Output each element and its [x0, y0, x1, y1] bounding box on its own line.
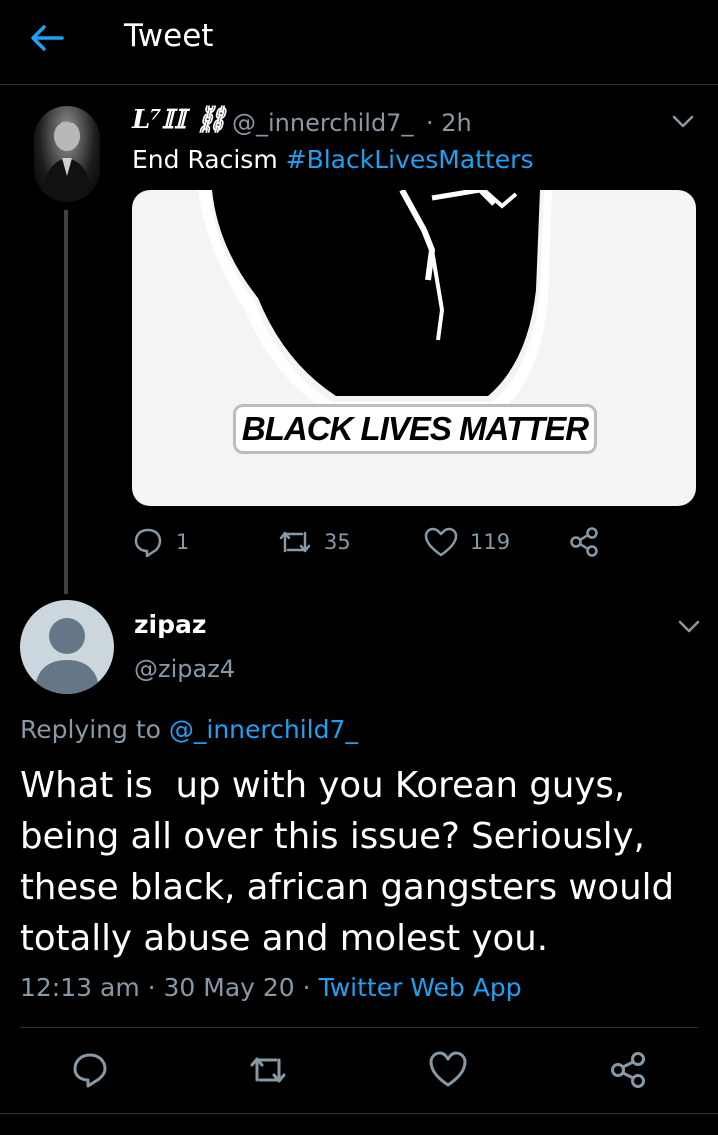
replying-to-label: Replying to — [20, 715, 169, 744]
reply-count: 1 — [176, 530, 190, 554]
bottom-retweet-button[interactable] — [248, 1050, 288, 1090]
replying-to-link[interactable]: @_innerchild7_ — [169, 715, 358, 744]
image-caption: BLACK LIVES MATTER — [233, 404, 597, 454]
chevron-down-icon — [678, 620, 700, 633]
like-button[interactable]: 119 — [424, 525, 510, 559]
share-button[interactable] — [568, 525, 600, 559]
raised-fist-graphic — [198, 190, 552, 412]
parent-action-bar: 1 35 119 — [132, 525, 632, 565]
page-title: Tweet — [124, 18, 214, 54]
tweet-image[interactable]: BLACK LIVES MATTER — [132, 190, 696, 506]
reply-avatar[interactable] — [20, 600, 114, 694]
parent-tweet-text: End Racism #BlackLivesMatters — [132, 145, 533, 174]
bottom-reply-button[interactable] — [70, 1050, 110, 1090]
tweet-detail-screen: Tweet L⁷𝕀𝕀 ⛓ @_innerchild7_ · 2h End Rac… — [0, 0, 718, 1135]
heart-icon — [424, 527, 458, 557]
reply-tweet-text: What is up with you Korean guys, being a… — [20, 765, 675, 959]
reply-button[interactable]: 1 — [132, 525, 189, 559]
tweet-timestamp: 12:13 am · 30 May 20 · — [20, 973, 319, 1002]
parent-handle[interactable]: @_innerchild7_ — [232, 109, 413, 137]
heart-icon — [429, 1051, 467, 1087]
tweet-metadata: 12:13 am · 30 May 20 · Twitter Web App — [20, 973, 522, 1002]
tweet-source-link[interactable]: Twitter Web App — [319, 973, 522, 1002]
replying-to-line: Replying to @_innerchild7_ — [20, 715, 358, 744]
hashtag-link[interactable]: #BlackLivesMatters — [286, 145, 534, 174]
thread-line — [64, 210, 68, 594]
share-icon — [570, 527, 598, 557]
reply-handle[interactable]: @zipaz4 — [134, 655, 235, 683]
retweet-button[interactable]: 35 — [278, 525, 351, 559]
default-profile-icon — [34, 618, 100, 694]
reply-action-bar — [0, 1050, 718, 1094]
parent-display-name[interactable]: L⁷𝕀𝕀 ⛓ — [132, 105, 228, 135]
header-divider — [0, 84, 718, 85]
parent-timestamp: · 2h — [426, 109, 472, 137]
reply-display-name[interactable]: zipaz — [134, 610, 206, 639]
comment-icon — [134, 528, 162, 558]
bottom-divider — [0, 1113, 718, 1114]
like-count: 119 — [470, 530, 511, 554]
parent-text-body: End Racism — [132, 145, 286, 174]
metadata-divider — [20, 1027, 698, 1028]
back-button[interactable] — [26, 20, 66, 56]
comment-icon — [73, 1053, 107, 1088]
arrow-left-icon — [31, 25, 64, 51]
parent-more-button[interactable] — [672, 114, 694, 128]
retweet-icon — [250, 1057, 286, 1083]
share-icon — [611, 1052, 645, 1088]
parent-avatar[interactable] — [34, 106, 100, 202]
avatar-photo — [40, 121, 94, 202]
retweet-icon — [279, 531, 311, 553]
bottom-like-button[interactable] — [428, 1050, 468, 1090]
top-bar: Tweet — [0, 0, 718, 84]
retweet-count: 35 — [324, 530, 351, 554]
reply-more-button[interactable] — [678, 619, 700, 633]
bottom-share-button[interactable] — [608, 1050, 648, 1090]
chevron-down-icon — [672, 115, 694, 128]
